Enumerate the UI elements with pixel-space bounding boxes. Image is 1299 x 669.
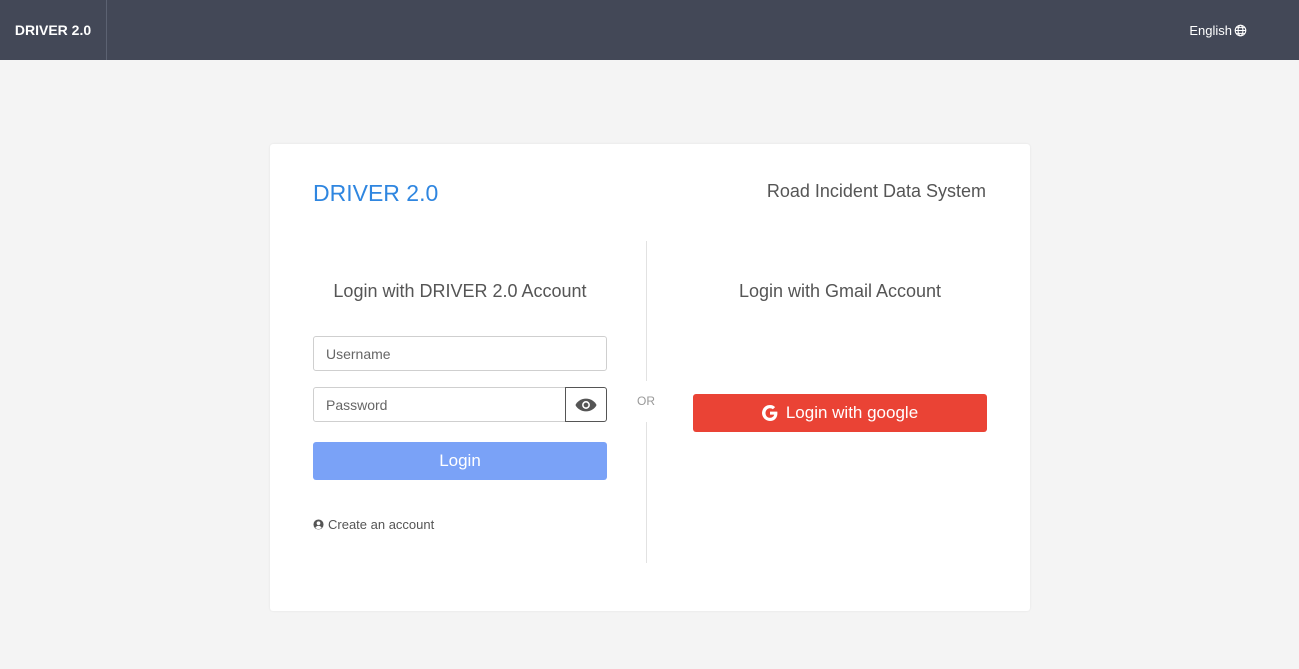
local-login-heading: Login with DRIVER 2.0 Account bbox=[333, 281, 587, 301]
vertical-divider-bottom bbox=[646, 422, 647, 563]
user-circle-icon bbox=[313, 519, 324, 530]
google-icon bbox=[761, 405, 778, 421]
create-account-label: Create an account bbox=[328, 517, 435, 532]
create-account-link[interactable]: Create an account bbox=[313, 517, 434, 532]
or-separator: OR bbox=[637, 394, 655, 408]
card-title: DRIVER 2.0 bbox=[313, 180, 439, 206]
username-input[interactable] bbox=[313, 336, 607, 371]
top-navbar: DRIVER 2.0 English bbox=[0, 0, 1299, 60]
brand-logo[interactable]: DRIVER 2.0 bbox=[0, 0, 107, 60]
google-login-label: Login with google bbox=[785, 403, 919, 422]
card-subtitle: Road Incident Data System bbox=[766, 181, 986, 201]
show-password-button[interactable] bbox=[565, 387, 607, 422]
google-login-button[interactable]: Login with google bbox=[693, 394, 987, 432]
eye-icon bbox=[575, 398, 597, 411]
language-label: English bbox=[1189, 22, 1232, 38]
login-card: DRIVER 2.0 Road Incident Data System Log… bbox=[270, 144, 1030, 611]
login-button[interactable]: Login bbox=[313, 442, 607, 480]
password-input[interactable] bbox=[313, 387, 566, 422]
gmail-login-heading: Login with Gmail Account bbox=[738, 281, 942, 301]
globe-icon bbox=[1234, 24, 1247, 36]
language-selector[interactable]: English bbox=[1189, 0, 1247, 60]
vertical-divider-top bbox=[646, 241, 647, 381]
